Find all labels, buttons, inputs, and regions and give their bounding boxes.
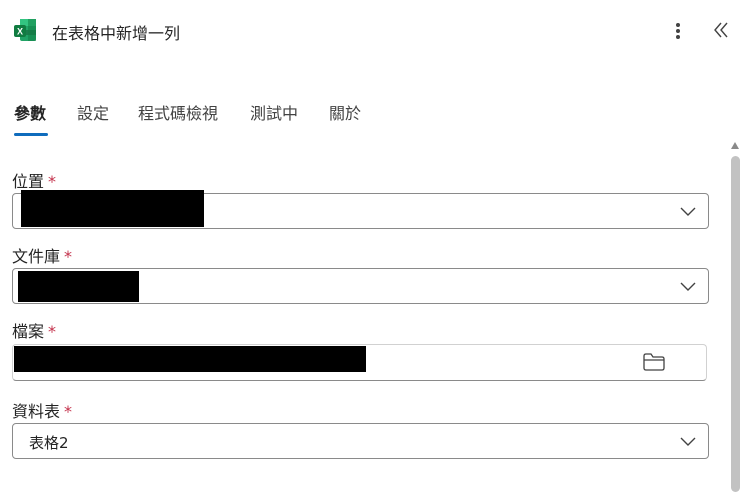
collapse-panel-button[interactable]	[708, 16, 734, 44]
file-label-text: 檔案	[12, 322, 45, 341]
tab-bar: 參數 設定 程式碼檢視 測試中 關於	[0, 96, 740, 140]
chevron-down-icon	[680, 207, 696, 216]
active-tab-indicator	[14, 133, 48, 136]
page-title: 在表格中新增一列	[52, 24, 181, 43]
chevron-down-icon	[680, 282, 696, 291]
redacted-value	[18, 271, 139, 302]
required-mark: *	[64, 402, 73, 421]
action-panel: X 在表格中新增一列 參數 設定 程式碼檢視 測試中 關於 位置 * 文件庫 *…	[0, 0, 740, 492]
required-mark: *	[64, 247, 73, 266]
scroll-thumb[interactable]	[731, 156, 740, 492]
library-label-text: 文件庫	[12, 247, 61, 266]
location-label-text: 位置	[12, 172, 45, 191]
chevron-down-icon	[680, 437, 696, 446]
tab-about[interactable]: 關於	[329, 100, 361, 124]
redacted-value	[14, 346, 366, 372]
location-dropdown[interactable]	[12, 190, 709, 229]
tab-testing[interactable]: 測試中	[250, 100, 298, 124]
tab-code-view[interactable]: 程式碼檢視	[138, 100, 218, 124]
table-dropdown[interactable]: 表格2	[12, 423, 709, 459]
more-options-button[interactable]	[668, 18, 688, 44]
excel-icon: X	[14, 19, 36, 41]
vertical-scrollbar[interactable]	[728, 140, 740, 492]
location-label: 位置 *	[12, 168, 56, 192]
scroll-up-arrow[interactable]	[731, 142, 739, 149]
double-chevron-left-icon	[714, 22, 728, 38]
required-mark: *	[48, 172, 57, 191]
svg-text:X: X	[17, 27, 23, 37]
table-label-text: 資料表	[12, 402, 61, 421]
more-vertical-icon	[676, 23, 680, 39]
table-dropdown-value: 表格2	[29, 434, 69, 452]
table-label: 資料表 *	[12, 398, 72, 422]
panel-header: X 在表格中新增一列	[0, 0, 740, 62]
file-path-input[interactable]	[12, 344, 707, 381]
tab-parameters[interactable]: 參數	[14, 100, 46, 124]
required-mark: *	[48, 322, 57, 341]
library-label: 文件庫 *	[12, 243, 72, 267]
library-dropdown[interactable]	[12, 268, 709, 304]
folder-icon[interactable]	[642, 352, 666, 372]
redacted-value	[21, 190, 204, 227]
file-label: 檔案 *	[12, 318, 56, 342]
tab-settings[interactable]: 設定	[77, 100, 109, 124]
